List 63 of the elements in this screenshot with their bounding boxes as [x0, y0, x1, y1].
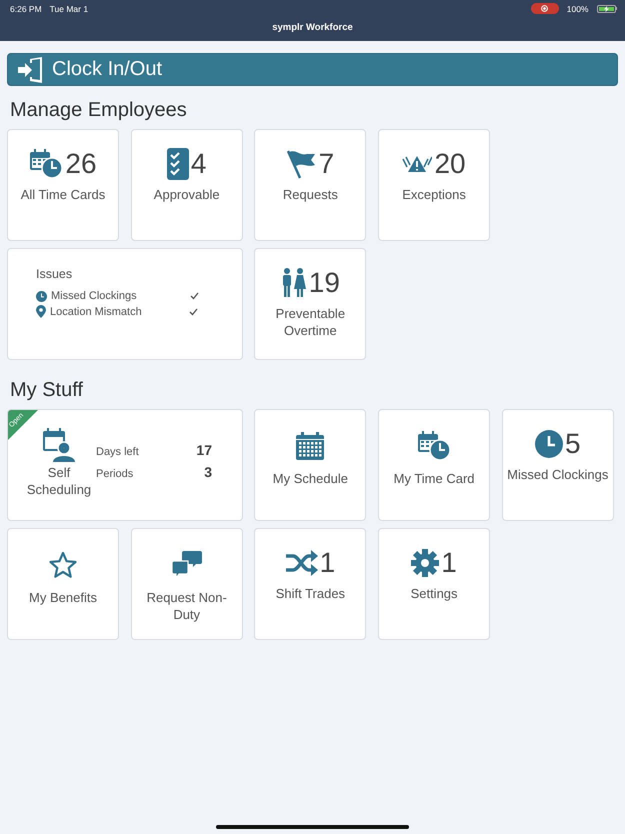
clock-in-out-button[interactable]: Clock In/Out [7, 53, 618, 86]
tile-count: 7 [318, 148, 334, 180]
dashboard-tile[interactable]: My Schedule [254, 409, 366, 521]
dashboard-tile[interactable]: 7 Requests [254, 129, 366, 241]
tile-count: 20 [434, 148, 466, 180]
tile-label: Exceptions [401, 186, 467, 203]
stat-label: Days left [96, 446, 140, 458]
chat-icon [172, 551, 202, 579]
dashboard-tile[interactable]: 5 Missed Clockings [502, 409, 614, 521]
status-date: Tue Mar 1 [50, 4, 88, 14]
tile-label: All Time Cards [20, 186, 106, 203]
issue-label: Missed Clockings [51, 290, 138, 302]
calendar-clock-icon [417, 431, 452, 461]
people-icon [280, 268, 307, 298]
tile-label: Self Scheduling [26, 464, 92, 498]
issues-title: Issues [36, 267, 74, 281]
shuffle-icon [286, 550, 318, 576]
dashboard-tile[interactable]: My Benefits [7, 528, 119, 640]
tile-count: 26 [65, 148, 97, 180]
status-time: 6:26 PM [10, 4, 42, 14]
battery-icon [596, 4, 617, 12]
tile-label: My Benefits [28, 589, 98, 606]
clock-icon [36, 290, 47, 302]
tile-count: 5 [564, 428, 581, 460]
tile-count: 1 [441, 547, 457, 579]
tile-label: Missed Clockings [506, 466, 610, 483]
calendar-clock-icon [29, 149, 64, 179]
settings-icon [411, 549, 440, 577]
stat-label: Periods [96, 468, 134, 480]
tile-label: Request Non-Duty [146, 589, 228, 623]
section-heading: My Stuff [10, 379, 83, 401]
dashboard-tile[interactable]: Request Non-Duty [130, 528, 243, 640]
tile-label: Settings [410, 585, 459, 602]
dashboard-tile[interactable]: 26 All Time Cards [7, 129, 119, 241]
tile-label: Shift Trades [274, 585, 346, 602]
tile-label: Approvable [152, 186, 221, 203]
calendar-person-icon [42, 428, 76, 462]
clock-icon [534, 430, 563, 458]
tile-count: 4 [190, 148, 206, 180]
flag-icon [286, 149, 317, 179]
dashboard-tile[interactable]: My Time Card [378, 409, 490, 521]
checklist-icon [166, 148, 189, 180]
tile-count: 1 [320, 547, 336, 579]
section-heading: Manage Employees [10, 99, 187, 121]
tile-label: My Schedule [272, 470, 349, 487]
dashboard-tile[interactable]: 1 Settings [378, 528, 490, 640]
calendar-icon [296, 432, 324, 460]
tile-label: Requests [282, 186, 339, 203]
tile-label: My Time Card [392, 470, 476, 487]
star-icon [48, 551, 78, 579]
stat-value: 17 [195, 442, 212, 458]
stat-value: 3 [203, 464, 212, 480]
tile-label: Preventable Overtime [274, 305, 346, 339]
location-pin-icon [36, 305, 46, 318]
dashboard-tile[interactable]: 20 Exceptions [378, 129, 490, 241]
issues-card[interactable]: Issues Missed Clockings Location Mismatch [7, 248, 243, 360]
battery-percent: 100% [566, 4, 588, 14]
window-title: symplr Workforce [272, 22, 353, 33]
issue-label: Location Mismatch [50, 306, 143, 318]
dashboard-tile[interactable]: 1 Shift Trades [254, 528, 366, 640]
tile-count: 19 [308, 267, 340, 299]
dashboard-tile[interactable]: 4 Approvable [130, 129, 243, 241]
dashboard-tile[interactable]: 19 Preventable Overtime [254, 248, 366, 360]
